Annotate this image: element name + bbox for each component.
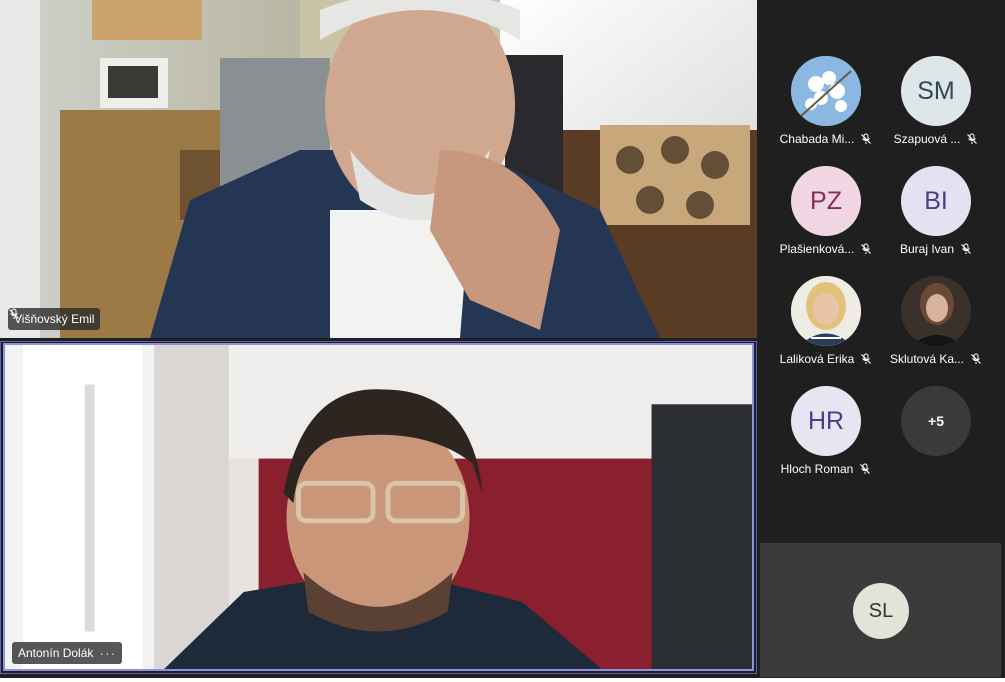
overflow-count[interactable]: +5 [901,386,971,456]
roster-participant[interactable]: BI Buraj Ivan [881,166,991,256]
mic-off-icon [971,353,981,364]
mic-off-icon [861,353,872,364]
more-participants-button[interactable]: +5 [881,386,991,456]
self-view-tile[interactable]: SL [760,543,1001,677]
video-tile-visnovsky[interactable]: Višňovský Emil [0,0,757,338]
more-dots-icon[interactable]: ··· [99,645,116,661]
participant-name-tag: Antonín Dolák ··· [12,642,123,664]
avatar-photo [791,56,861,126]
mic-off-icon [860,463,871,474]
roster-name: Buraj Ivan [881,242,991,256]
roster-participant[interactable]: PZ Plašienková... [771,166,881,256]
avatar: SL [853,583,909,639]
roster-participant[interactable]: SM Szapuová ... [881,56,991,146]
avatar-photo [901,276,971,346]
mic-off-icon [961,243,971,254]
video-tile-dolak[interactable]: Antonín Dolák ··· [3,343,754,671]
mic-off-icon [9,308,19,319]
roster-participant[interactable]: Laliková Erika [771,276,881,366]
avatar [791,56,861,126]
roster-name: Chabada Mi... [771,132,881,146]
roster-name: Sklutová Ka... [881,352,991,366]
avatar: HR [791,386,861,456]
avatar: PZ [791,166,861,236]
roster-name: Laliková Erika [771,352,881,366]
avatar: SM [901,56,971,126]
mic-off-icon [861,133,872,144]
video-feed-visnovsky [0,0,757,338]
participant-name-tag: Višňovský Emil [8,308,101,330]
roster-participant[interactable]: Sklutová Ka... [881,276,991,366]
mic-off-icon [967,133,978,144]
avatar-photo [791,276,861,346]
avatar [901,276,971,346]
roster-name: Hloch Roman [771,462,881,476]
participant-roster: Chabada Mi... SM Szapuová ... PZ Plašien… [760,0,1005,540]
avatar: BI [901,166,971,236]
roster-name: Plašienková... [771,242,881,256]
roster-name: Szapuová ... [881,132,991,146]
roster-participant[interactable]: Chabada Mi... [771,56,881,146]
video-feed-dolak [5,345,752,669]
mic-off-icon [861,243,872,254]
roster-participant[interactable]: HR Hloch Roman [771,386,881,476]
avatar [791,276,861,346]
participant-name: Višňovský Emil [14,312,95,326]
participant-name: Antonín Dolák [18,646,94,660]
meeting-stage: Višňovský Emil Antonín Dolák ··· Chabada… [0,0,1005,678]
